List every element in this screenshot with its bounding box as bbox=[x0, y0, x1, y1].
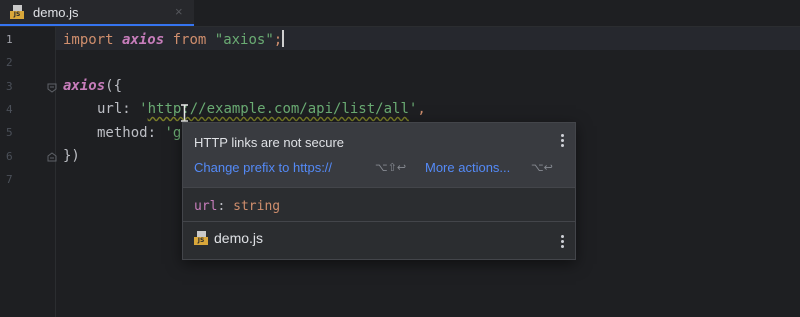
line-number: 3 bbox=[6, 80, 13, 93]
more-options-icon[interactable] bbox=[561, 134, 565, 148]
more-options-icon[interactable] bbox=[561, 235, 565, 249]
fold-close-icon[interactable] bbox=[47, 152, 57, 162]
divider bbox=[183, 187, 575, 188]
code-line-3[interactable]: axios({ bbox=[63, 77, 122, 95]
line-number-gutter: 1 2 3 4 5 6 7 bbox=[0, 27, 57, 317]
change-prefix-shortcut: ⌥⇧↩ bbox=[375, 161, 407, 174]
js-file-icon: JS bbox=[194, 231, 208, 245]
change-prefix-https-link[interactable]: Change prefix to https:// bbox=[194, 160, 332, 175]
source-file-label: demo.js bbox=[214, 230, 264, 246]
fold-open-icon[interactable] bbox=[47, 83, 57, 93]
tab-label: demo.js bbox=[33, 5, 79, 20]
mouse-ibeam-cursor-icon bbox=[181, 104, 188, 122]
line-number: 2 bbox=[6, 56, 13, 69]
popup-title: HTTP links are not secure bbox=[194, 135, 345, 150]
inspection-popup: HTTP links are not secure Change prefix … bbox=[182, 122, 576, 260]
more-actions-link[interactable]: More actions... bbox=[425, 160, 510, 175]
code-line-5[interactable]: method: 'g bbox=[97, 124, 181, 142]
js-file-icon: JS bbox=[10, 5, 24, 19]
line-number: 6 bbox=[6, 150, 13, 163]
tab-demo-js[interactable]: JS demo.js × bbox=[0, 0, 194, 26]
close-icon[interactable]: × bbox=[175, 4, 183, 19]
code-line-6[interactable]: }) bbox=[63, 147, 80, 165]
type-signature: url: string bbox=[194, 199, 281, 214]
more-actions-shortcut: ⌥↩ bbox=[531, 161, 553, 174]
line-number: 7 bbox=[6, 173, 13, 186]
code-line-1[interactable]: import axios from "axios"; bbox=[63, 30, 285, 49]
line-number: 4 bbox=[6, 103, 13, 116]
editor-tab-bar: JS demo.js × bbox=[0, 0, 800, 27]
code-line-4[interactable]: url: 'http://example.com/api/list/all', bbox=[97, 100, 426, 118]
text-caret bbox=[282, 30, 285, 47]
line-number: 5 bbox=[6, 126, 13, 139]
source-file-row[interactable]: JS demo.js bbox=[183, 222, 575, 259]
line-number: 1 bbox=[6, 33, 13, 46]
popup-header: HTTP links are not secure Change prefix … bbox=[183, 123, 575, 187]
